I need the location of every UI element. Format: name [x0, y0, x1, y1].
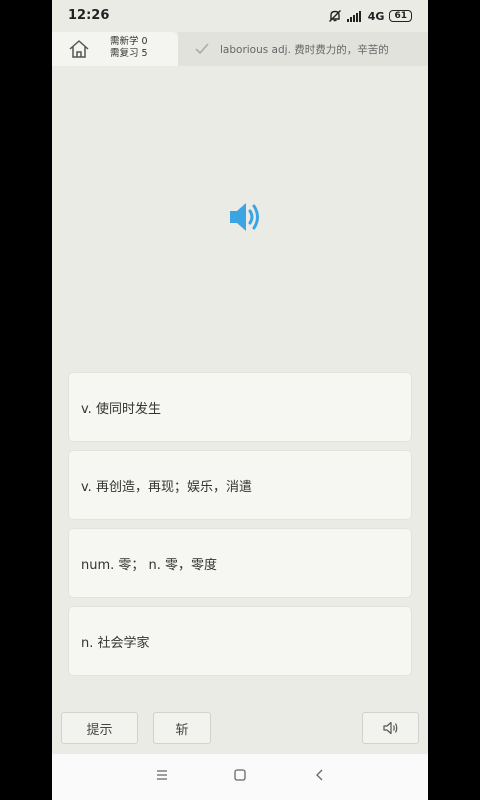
option-card[interactable]: v. 使同时发生	[68, 372, 412, 442]
hint-button-label: 提示	[86, 722, 113, 738]
home-tab[interactable]: 需新学 0 需复习 5	[52, 32, 178, 66]
mute-bell-icon	[328, 10, 341, 22]
option-text: v. 再创造，再现；娱乐，消遣	[81, 479, 252, 495]
hint-button[interactable]: 提示	[61, 712, 138, 744]
chop-button-label: 斩	[175, 722, 189, 738]
check-icon	[195, 43, 209, 55]
menu-icon[interactable]	[156, 768, 168, 782]
status-icons: 4G 61	[328, 8, 412, 24]
answer-options: v. 使同时发生 v. 再创造，再现；娱乐，消遣 num. 零； n. 零，零度…	[68, 372, 412, 684]
last-word-text: laborious adj. 费时费力的，辛苦的	[220, 44, 389, 56]
option-text: num. 零； n. 零，零度	[81, 557, 218, 573]
last-word-bar[interactable]: laborious adj. 费时费力的，辛苦的	[178, 32, 428, 66]
chop-button[interactable]: 斩	[153, 712, 211, 744]
app-screen: 12:26 4G 61 需新学 0 需复习 5 laborious adj. 费…	[52, 0, 428, 800]
network-type: 4G	[367, 9, 385, 23]
option-card[interactable]: n. 社会学家	[68, 606, 412, 676]
option-card[interactable]: v. 再创造，再现；娱乐，消遣	[68, 450, 412, 520]
home-square-icon[interactable]	[234, 768, 246, 782]
review-count: 需复习 5	[110, 48, 148, 59]
status-time: 12:26	[68, 8, 110, 23]
option-text: v. 使同时发生	[81, 401, 161, 417]
status-bar: 12:26 4G 61	[52, 0, 428, 32]
top-bar: 需新学 0 需复习 5 laborious adj. 费时费力的，辛苦的	[52, 32, 428, 66]
study-counts: 需新学 0 需复习 5	[110, 36, 148, 60]
option-card[interactable]: num. 零； n. 零，零度	[68, 528, 412, 598]
speaker-icon[interactable]	[228, 200, 264, 234]
speaker-small-icon	[382, 721, 397, 735]
signal-icon	[346, 11, 361, 22]
battery-level: 61	[389, 10, 412, 22]
system-nav-bar	[52, 754, 428, 800]
option-text: n. 社会学家	[81, 635, 150, 651]
home-icon[interactable]	[68, 38, 90, 60]
back-icon[interactable]	[314, 768, 326, 782]
new-count: 需新学 0	[110, 36, 148, 47]
play-sound-button[interactable]	[362, 712, 419, 744]
